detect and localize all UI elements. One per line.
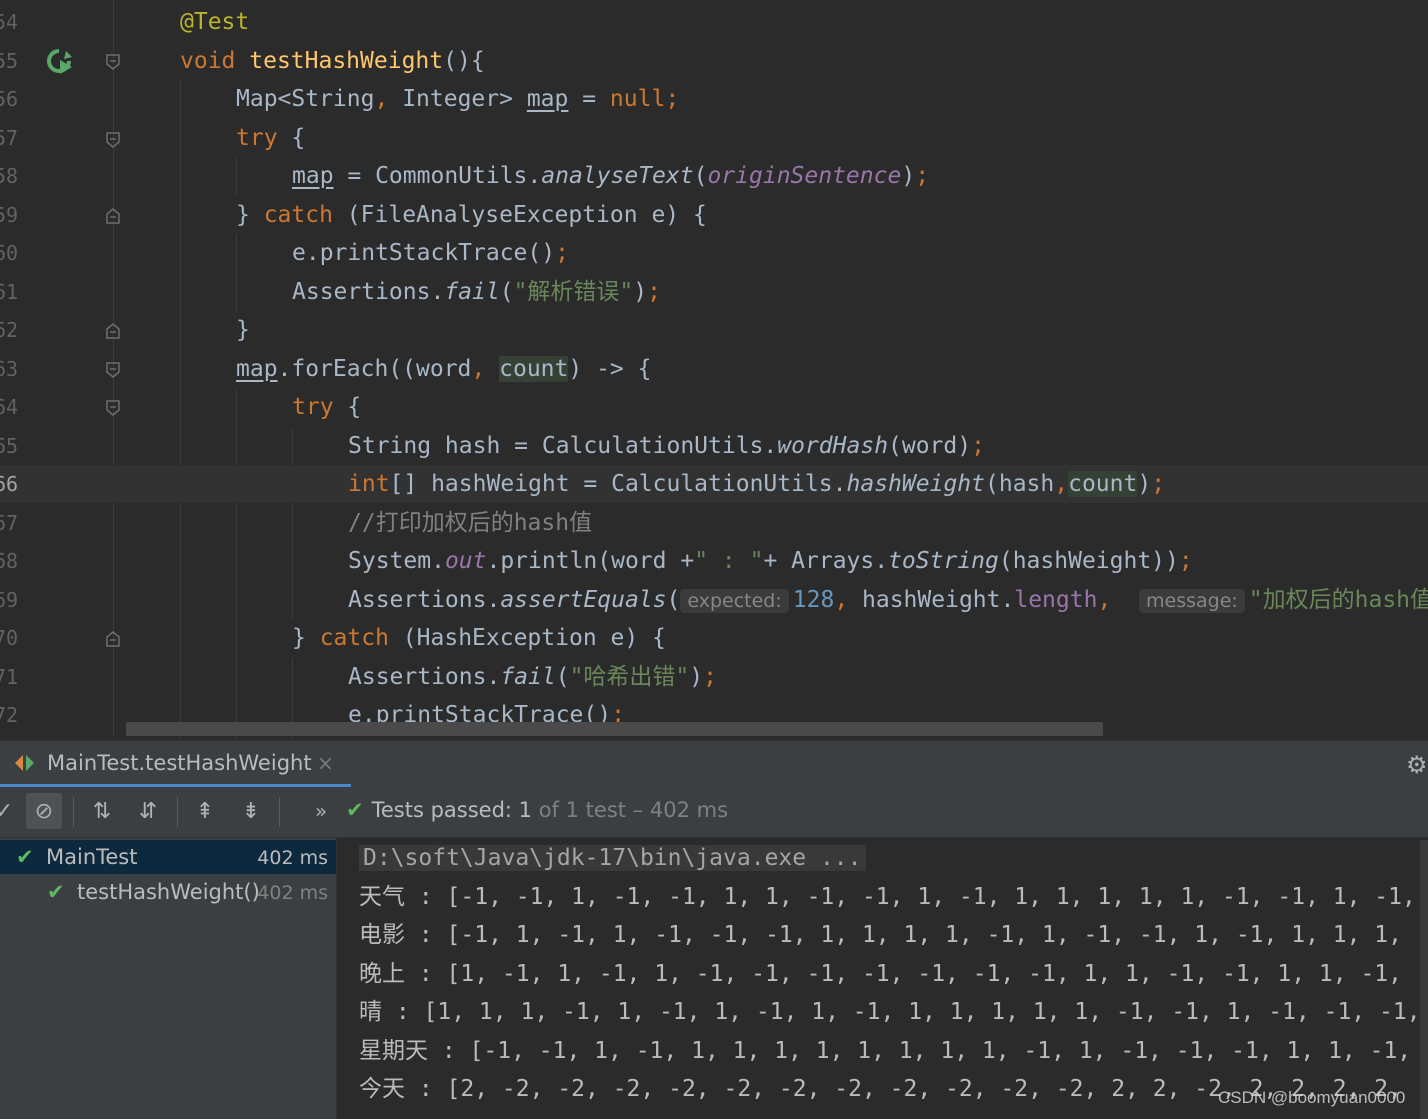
console-line: 晚上 : [1, -1, 1, -1, 1, -1, -1, -1, -1, -… bbox=[359, 961, 1402, 987]
toolbar-separator bbox=[73, 797, 74, 827]
line-number: 67 bbox=[0, 511, 19, 535]
console-line: 天气 : [-1, -1, 1, -1, -1, 1, 1, -1, -1, 1… bbox=[359, 884, 1416, 910]
line-number: 64 bbox=[0, 395, 19, 419]
code-line[interactable]: 63 map.forEach((word, count) -> { bbox=[0, 350, 1428, 388]
more-actions-icon[interactable]: » bbox=[303, 793, 339, 829]
line-number: 55 bbox=[0, 49, 19, 73]
tab-label: MainTest.testHashWeight bbox=[47, 751, 312, 775]
code-line-current[interactable]: 66 int[] hashWeight = CalculationUtils.h… bbox=[0, 465, 1428, 503]
test-tree: ✔ MainTest 402 ms ✔ testHashWeight() 402… bbox=[0, 838, 337, 1119]
line-number: 71 bbox=[0, 665, 19, 689]
console-output[interactable]: D:\soft\Java\jdk-17\bin\java.exe ... 天气 … bbox=[337, 838, 1428, 1119]
tree-item-label: testHashWeight() bbox=[77, 880, 260, 904]
code-content: e.printStackTrace(); bbox=[292, 240, 569, 266]
code-content: } catch (FileAnalyseException e) { bbox=[236, 202, 707, 228]
code-content: String hash = CalculationUtils.wordHash(… bbox=[348, 433, 985, 459]
tree-item-duration: 402 ms bbox=[257, 882, 328, 904]
sort-alphabetically-icon[interactable]: ⇅ bbox=[84, 793, 120, 829]
toolbar-separator bbox=[177, 797, 178, 827]
vertical-scrollbar[interactable] bbox=[1420, 840, 1428, 1119]
code-content: map = CommonUtils.analyseText(originSent… bbox=[292, 163, 930, 189]
code-line[interactable]: 70 } catch (HashException e) { bbox=[0, 619, 1428, 657]
line-number: 66 bbox=[0, 472, 19, 496]
console-line: 电影 : [-1, 1, -1, 1, -1, -1, -1, 1, 1, 1,… bbox=[359, 922, 1402, 948]
line-number: 60 bbox=[0, 241, 19, 265]
line-number: 56 bbox=[0, 87, 19, 111]
line-number: 68 bbox=[0, 549, 19, 573]
check-icon: ✔ bbox=[47, 880, 65, 904]
close-icon[interactable]: × bbox=[317, 751, 334, 775]
collapse-all-icon[interactable]: ⇟ bbox=[233, 793, 269, 829]
param-hint-expected: expected: bbox=[680, 589, 789, 613]
console-line: 星期天 : [-1, -1, 1, -1, 1, 1, 1, 1, 1, 1, … bbox=[359, 1038, 1412, 1064]
code-line[interactable]: 57 try { bbox=[0, 119, 1428, 157]
line-number: 59 bbox=[0, 203, 19, 227]
line-number: 65 bbox=[0, 434, 19, 458]
line-number: 62 bbox=[0, 318, 19, 342]
code-line[interactable]: 56 Map<String, Integer> map = null; bbox=[0, 80, 1428, 118]
run-tab-bar: MainTest.testHashWeight × ⚙ bbox=[0, 740, 1428, 787]
tree-item-duration: 402 ms bbox=[257, 847, 328, 869]
console-command[interactable]: D:\soft\Java\jdk-17\bin\java.exe ... bbox=[359, 845, 866, 871]
code-editor[interactable]: 54 @Test 55 void testHashWeight(){ 56 Ma… bbox=[0, 0, 1428, 738]
line-number: 72 bbox=[0, 703, 19, 727]
line-number: 58 bbox=[0, 164, 19, 188]
code-line[interactable]: 71 Assertions.fail("哈希出错"); bbox=[0, 658, 1428, 696]
console-line: 晴 : [1, 1, 1, -1, 1, -1, 1, -1, 1, -1, 1… bbox=[359, 999, 1421, 1025]
param-hint-message: message: bbox=[1139, 589, 1245, 613]
code-content: Map<String, Integer> map = null; bbox=[236, 86, 680, 112]
code-line[interactable]: 55 void testHashWeight(){ bbox=[0, 42, 1428, 80]
console-line: D:\soft\Java\jdk-17\bin\java.exe ... bbox=[359, 839, 866, 877]
rerun-icon[interactable]: ✓ bbox=[0, 793, 22, 829]
toolbar-separator bbox=[279, 797, 280, 827]
code-content: map.forEach((word, count) -> { bbox=[236, 356, 652, 382]
code-line[interactable]: 67 //打印加权后的hash值 bbox=[0, 504, 1428, 542]
code-content: Assertions.assertEquals(expected: 128, ha… bbox=[348, 587, 1428, 613]
code-line[interactable]: 65 String hash = CalculationUtils.wordHa… bbox=[0, 427, 1428, 465]
code-content: Assertions.fail("哈希出错"); bbox=[348, 664, 717, 690]
line-number: 61 bbox=[0, 280, 19, 304]
code-content: } catch (HashException e) { bbox=[292, 625, 666, 651]
code-line[interactable]: 64 try { bbox=[0, 388, 1428, 426]
code-line[interactable]: 58 map = CommonUtils.analyseText(originS… bbox=[0, 157, 1428, 195]
code-line[interactable]: 60 e.printStackTrace(); bbox=[0, 234, 1428, 272]
code-content: } bbox=[236, 317, 250, 343]
code-content: try { bbox=[236, 125, 306, 151]
code-content: Assertions.fail("解析错误"); bbox=[292, 279, 661, 305]
tree-item-maintest[interactable]: ✔ MainTest 402 ms bbox=[0, 840, 336, 874]
code-line[interactable]: 62 } bbox=[0, 311, 1428, 349]
code-line[interactable]: 59 } catch (FileAnalyseException e) { bbox=[0, 196, 1428, 234]
code-line[interactable]: 69 Assertions.assertEquals(expected: 128,… bbox=[0, 581, 1428, 619]
code-content: try { bbox=[292, 394, 362, 420]
tree-item-label: MainTest bbox=[46, 845, 138, 869]
code-line[interactable]: 68 System.out.println(word +" : "+ Array… bbox=[0, 542, 1428, 580]
line-number: 54 bbox=[0, 10, 19, 34]
line-number: 70 bbox=[0, 626, 19, 650]
tab-run-configuration[interactable]: MainTest.testHashWeight × bbox=[0, 741, 351, 787]
test-runner-toolbar: ✓ ⊘ ⇅ ⇵ ⇞ ⇟ » ✔ Tests passed: 1 of 1 test… bbox=[0, 787, 1428, 838]
test-run-icon bbox=[15, 755, 34, 771]
code-line[interactable]: 61 Assertions.fail("解析错误"); bbox=[0, 273, 1428, 311]
code-content: System.out.println(word +" : "+ Arrays.t… bbox=[348, 548, 1193, 574]
expand-all-icon[interactable]: ⇞ bbox=[187, 793, 223, 829]
code-content: int[] hashWeight = CalculationUtils.hash… bbox=[348, 471, 1166, 497]
line-number: 63 bbox=[0, 357, 19, 381]
tree-item-testhashweight[interactable]: ✔ testHashWeight() 402 ms bbox=[0, 875, 336, 909]
line-number: 69 bbox=[0, 588, 19, 612]
line-number: 57 bbox=[0, 126, 19, 150]
watermark: CSDN @boomyuan0000 bbox=[1218, 1088, 1406, 1107]
code-content: @Test bbox=[180, 9, 250, 35]
check-icon: ✔ bbox=[346, 798, 364, 822]
code-content: void testHashWeight(){ bbox=[180, 48, 485, 74]
code-comment: //打印加权后的hash值 bbox=[348, 510, 593, 536]
check-icon: ✔ bbox=[16, 845, 34, 869]
show-ignored-icon[interactable]: ⊘ bbox=[26, 793, 62, 829]
code-line[interactable]: 54 @Test bbox=[0, 3, 1428, 41]
gear-icon[interactable]: ⚙ bbox=[1406, 751, 1428, 779]
horizontal-scrollbar[interactable] bbox=[126, 722, 1103, 736]
sort-by-duration-icon[interactable]: ⇵ bbox=[130, 793, 166, 829]
test-status: ✔ Tests passed: 1 of 1 test – 402 ms bbox=[346, 798, 729, 822]
